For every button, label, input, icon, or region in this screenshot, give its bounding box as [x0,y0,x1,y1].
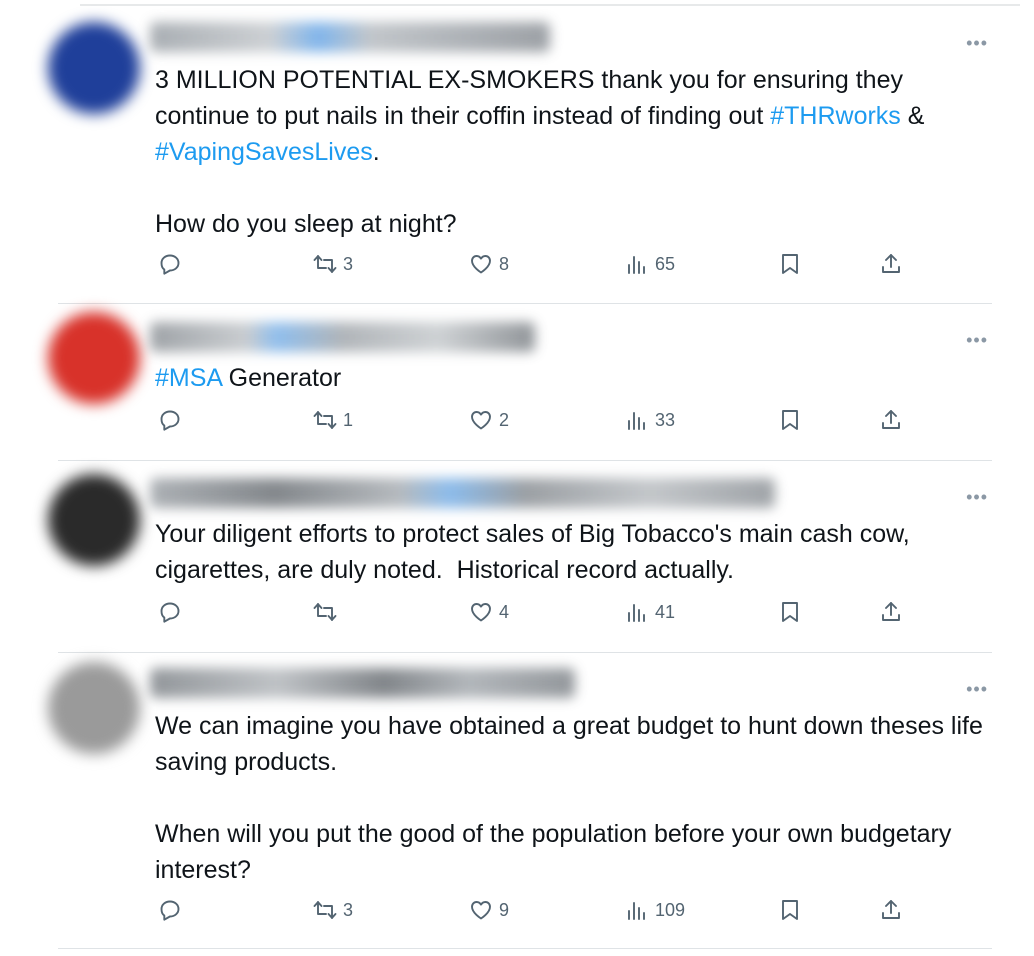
like-count: 9 [499,899,510,920]
views-button[interactable]: 65 [625,252,675,276]
like-icon [471,255,491,274]
avatar[interactable] [48,312,140,404]
views-button[interactable]: 109 [625,898,685,922]
views-count: 33 [655,409,676,430]
bookmark-button[interactable] [778,600,802,624]
retweet-button[interactable]: 3 [313,252,353,276]
retweet-button[interactable]: 1 [313,408,353,432]
reply-icon [160,900,180,921]
retweet-count: 3 [343,253,354,274]
reply-button[interactable] [158,600,182,624]
tweet-text-suffix: Generator [221,364,342,392]
bookmark-icon [782,254,798,274]
like-icon [471,901,491,920]
like-button[interactable]: 2 [469,408,509,432]
reply-button[interactable] [158,252,182,276]
reply-icon [160,410,180,431]
bookmark-button[interactable] [778,408,802,432]
share-icon [882,900,900,919]
like-icon [471,411,491,430]
share-icon [882,254,900,273]
tweet-divider [58,652,992,653]
like-button[interactable]: 9 [469,898,509,922]
action-bar: 3 9 109 [0,898,1034,928]
views-button[interactable]: 41 [625,600,675,624]
more-icon[interactable]: ••• [966,488,988,506]
reply-icon [160,254,180,275]
share-button[interactable] [879,600,903,624]
like-button[interactable]: 4 [469,600,509,624]
retweet-button[interactable]: 3 [313,898,353,922]
avatar[interactable] [48,662,140,754]
bookmark-button[interactable] [778,898,802,922]
views-icon [628,902,645,920]
author-name-blurred[interactable] [150,22,550,52]
author-name-blurred[interactable] [150,668,575,698]
tweet-divider [58,460,992,461]
action-bar: 3 8 65 [0,252,1034,282]
bookmark-icon [782,410,798,430]
tweet-divider [58,948,992,949]
reply-button[interactable] [158,408,182,432]
retweet-button[interactable] [313,600,337,624]
retweet-count: 3 [343,899,354,920]
views-button[interactable]: 33 [625,408,675,432]
views-count: 109 [655,899,686,920]
tweet-text: #MSA Generator [155,360,995,396]
avatar[interactable] [48,474,140,566]
bookmark-icon [782,602,798,622]
hashtag-link[interactable]: #MSA [155,364,222,392]
retweet-icon [313,901,337,919]
more-icon[interactable]: ••• [966,680,988,698]
share-button[interactable] [879,898,903,922]
share-button[interactable] [879,408,903,432]
views-icon [628,604,645,622]
share-icon [882,410,900,429]
views-count: 41 [655,601,676,622]
tweet-text: We can imagine you have obtained a great… [155,712,983,884]
reply-icon [160,602,180,623]
like-count: 4 [499,601,510,622]
action-bar: 1 2 33 [0,408,1034,438]
author-name-blurred[interactable] [150,322,535,352]
views-icon [628,256,645,274]
tweet-text: 3 MILLION POTENTIAL EX-SMOKERS thank you… [155,62,995,242]
action-bar: 4 41 [0,600,1034,630]
avatar[interactable] [48,22,140,114]
hashtag-link[interactable]: #THRworks [770,102,901,130]
share-icon [882,602,900,621]
bookmark-button[interactable] [778,252,802,276]
more-icon[interactable]: ••• [966,331,988,349]
like-count: 8 [499,253,510,274]
retweet-icon [313,255,337,273]
retweet-icon [313,603,337,621]
tweet-text: Your diligent efforts to protect sales o… [155,520,917,584]
retweet-icon [313,411,337,429]
views-icon [628,412,645,430]
tweet-text-mid: & [900,102,932,130]
hashtag-link[interactable]: #VapingSavesLives [155,138,373,166]
bookmark-icon [782,900,798,920]
author-name-blurred[interactable] [150,478,775,508]
like-button[interactable]: 8 [469,252,509,276]
reply-button[interactable] [158,898,182,922]
top-divider [80,4,1020,6]
tweet-divider [58,303,992,304]
retweet-count: 1 [343,409,354,430]
like-count: 2 [499,409,510,430]
share-button[interactable] [879,252,903,276]
more-icon[interactable]: ••• [966,34,988,52]
like-icon [471,603,491,622]
views-count: 65 [655,253,676,274]
